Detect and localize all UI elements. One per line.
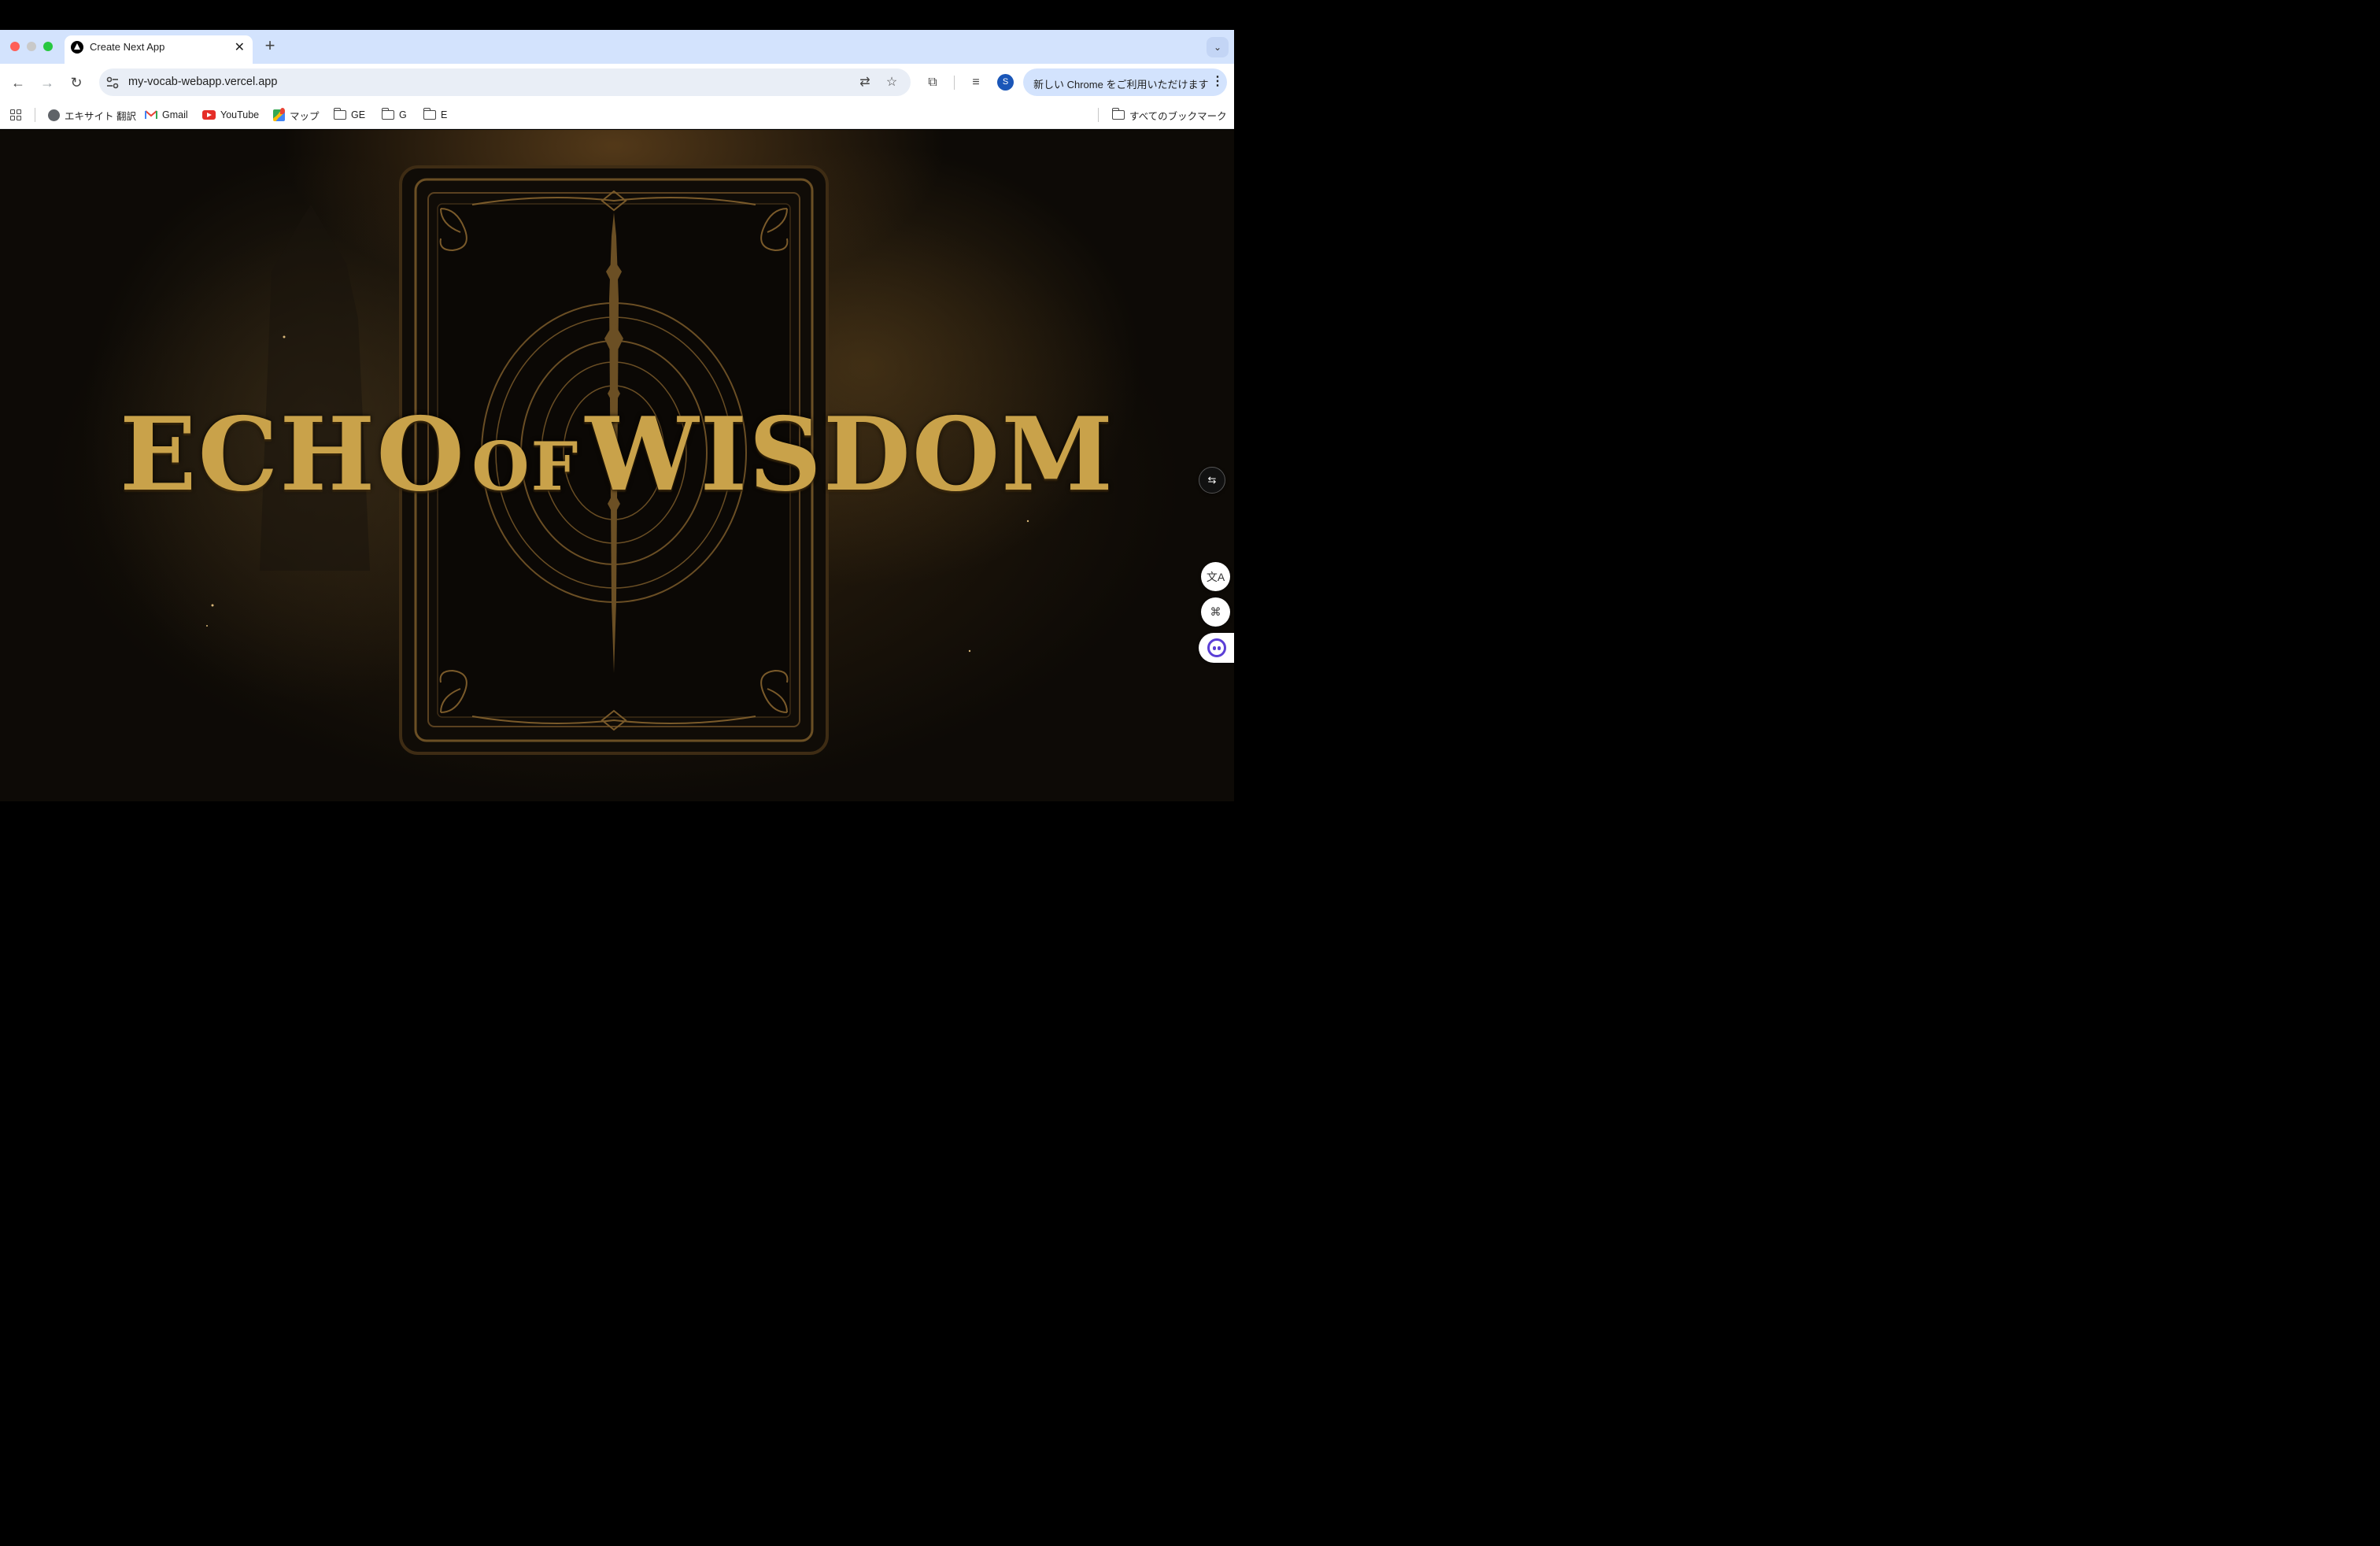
window-close-button[interactable] bbox=[10, 42, 20, 51]
url-text[interactable]: my-vocab-webapp.vercel.app bbox=[128, 76, 277, 88]
bookmark-label: E bbox=[441, 109, 448, 120]
window-minimize-button[interactable] bbox=[27, 42, 36, 51]
bookmark-youtube[interactable]: YouTube bbox=[202, 108, 259, 122]
media-controls-icon[interactable]: ≡ bbox=[967, 74, 985, 91]
folder-icon bbox=[333, 108, 346, 120]
assistant-face-icon bbox=[1207, 638, 1226, 657]
chrome-update-text: 新しい Chrome をご利用いただけます bbox=[1033, 79, 1209, 91]
page-hero: ECHO OF WISDOM bbox=[0, 130, 1234, 801]
new-tab-button[interactable]: + bbox=[261, 35, 279, 56]
title-of: OF bbox=[471, 427, 580, 505]
youtube-icon bbox=[202, 110, 216, 120]
bookmark-excite[interactable]: エキサイト 翻訳 bbox=[48, 108, 136, 122]
all-bookmarks-button[interactable]: すべてのブックマーク bbox=[1111, 108, 1227, 122]
bookmark-maps[interactable]: マップ bbox=[273, 107, 320, 122]
bookmark-gmail[interactable]: Gmail bbox=[145, 108, 188, 122]
bookmark-star-icon[interactable]: ☆ bbox=[883, 74, 900, 91]
folder-icon bbox=[381, 108, 394, 120]
bookmark-label: エキサイト 翻訳 bbox=[65, 110, 136, 122]
reload-button[interactable]: ↻ bbox=[66, 72, 87, 93]
tab-create-next-app[interactable]: Create Next App ✕ bbox=[65, 35, 253, 64]
tower-silhouette bbox=[260, 205, 370, 571]
forward-button[interactable]: → bbox=[37, 72, 57, 93]
apps-grid-icon[interactable] bbox=[10, 108, 21, 122]
tab-search-button[interactable]: ⌄ bbox=[1207, 37, 1229, 57]
back-button[interactable]: ← bbox=[8, 72, 28, 93]
translate-page-icon[interactable]: ⇄ bbox=[856, 74, 874, 91]
folder-icon bbox=[423, 108, 436, 120]
nextjs-favicon-icon bbox=[71, 41, 83, 54]
bookmark-folder-ge[interactable]: GE bbox=[333, 108, 366, 122]
tab-close-icon[interactable]: ✕ bbox=[235, 39, 245, 55]
bookmark-folder-e[interactable]: E bbox=[423, 108, 447, 122]
maps-icon bbox=[273, 107, 285, 121]
all-bookmarks-label: すべてのブックマーク bbox=[1129, 110, 1227, 122]
bookmark-label: マップ bbox=[290, 110, 320, 122]
bookmark-label: Gmail bbox=[162, 109, 188, 120]
screen-top-bar bbox=[0, 0, 1234, 30]
window-zoom-button[interactable] bbox=[43, 42, 53, 51]
title-wisdom: WISDOM bbox=[585, 396, 1115, 514]
translate-extension-button[interactable]: 文A bbox=[1201, 562, 1230, 591]
extensions-icon[interactable]: ⧉ bbox=[924, 74, 941, 91]
title-echo: ECHO bbox=[119, 396, 466, 514]
side-panel-button[interactable]: ⇆ bbox=[1199, 467, 1225, 494]
tab-title: Create Next App bbox=[90, 41, 165, 53]
globe-icon bbox=[48, 109, 60, 121]
toolbar-divider bbox=[954, 76, 955, 90]
bookmark-label: GE bbox=[351, 109, 366, 120]
folder-icon bbox=[1111, 108, 1125, 120]
gmail-icon bbox=[145, 110, 157, 119]
bookmarks-divider bbox=[1098, 108, 1099, 122]
chrome-menu-icon[interactable]: ⋮ bbox=[1211, 73, 1224, 89]
apps-extension-button[interactable]: ⌘ bbox=[1201, 597, 1230, 627]
site-settings-icon[interactable] bbox=[105, 75, 120, 91]
bookmark-folder-g[interactable]: G bbox=[381, 108, 407, 122]
bookmark-label: YouTube bbox=[220, 109, 260, 120]
bookmark-label: G bbox=[399, 109, 407, 120]
game-title: ECHO OF WISDOM bbox=[0, 396, 1234, 514]
profile-avatar[interactable]: S bbox=[997, 74, 1014, 91]
assistant-extension-button[interactable] bbox=[1199, 633, 1234, 663]
